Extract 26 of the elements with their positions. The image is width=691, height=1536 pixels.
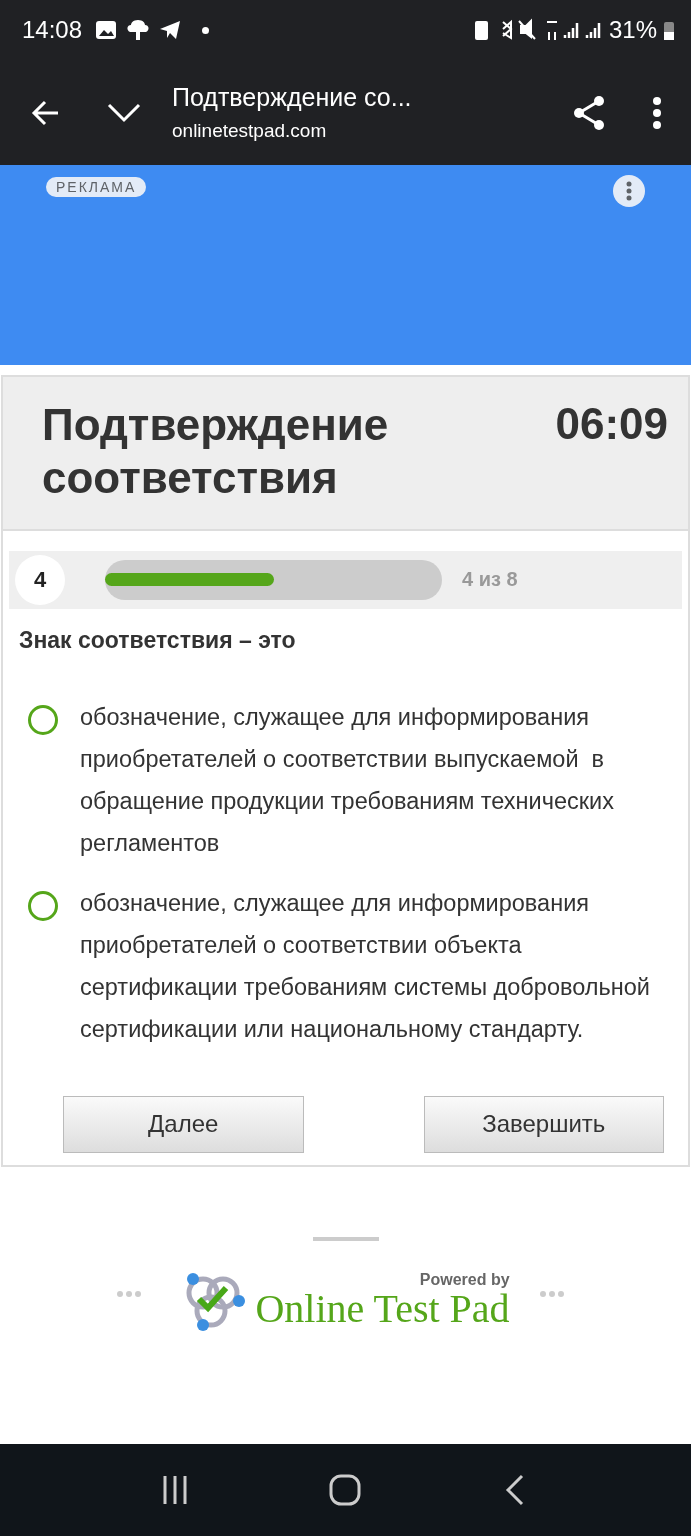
send-icon bbox=[158, 19, 183, 41]
finish-button[interactable]: Завершить bbox=[423, 1095, 664, 1153]
answer-option[interactable]: обозначение, служащее для информирования приобретателей о соответствии объекта сертификации требованиям системы добровольной сертификации или национальному стандарту. bbox=[80, 881, 672, 1050]
radio-button[interactable] bbox=[28, 704, 58, 735]
next-button[interactable]: Далее bbox=[63, 1095, 304, 1153]
page-url: onlinetestpad.com bbox=[172, 120, 328, 142]
image-icon bbox=[94, 19, 119, 41]
page-title: Подтверждение со... bbox=[172, 83, 413, 112]
brand-name: Online Test Pad bbox=[255, 1288, 510, 1329]
dots-icon bbox=[117, 1290, 142, 1297]
notification-dot bbox=[202, 26, 210, 34]
timer: 06:09 bbox=[555, 399, 668, 450]
dots-icon bbox=[539, 1290, 564, 1297]
battery-icon bbox=[663, 19, 675, 41]
question-text: Знак соответствия – это bbox=[19, 626, 297, 654]
ad-label: РЕКЛАМА bbox=[46, 177, 147, 197]
battery-level: 31% bbox=[608, 16, 657, 44]
radio-button[interactable] bbox=[28, 890, 58, 921]
drag-handle[interactable] bbox=[312, 1236, 379, 1241]
powered-by-text: Powered by bbox=[419, 1270, 510, 1289]
question-counter: 4 из 8 bbox=[462, 568, 518, 592]
question-number: 4 bbox=[15, 554, 65, 605]
answer-option[interactable]: обозначение, служащее для информирования приобретателей о соответствии выпускаемой в обращение продукции требованиям технических регламентов bbox=[80, 695, 672, 864]
ad-banner[interactable]: РЕКЛАМА bbox=[0, 165, 691, 365]
test-title: Подтверждение соответствия bbox=[42, 399, 390, 504]
clock: 14:08 bbox=[22, 16, 83, 44]
